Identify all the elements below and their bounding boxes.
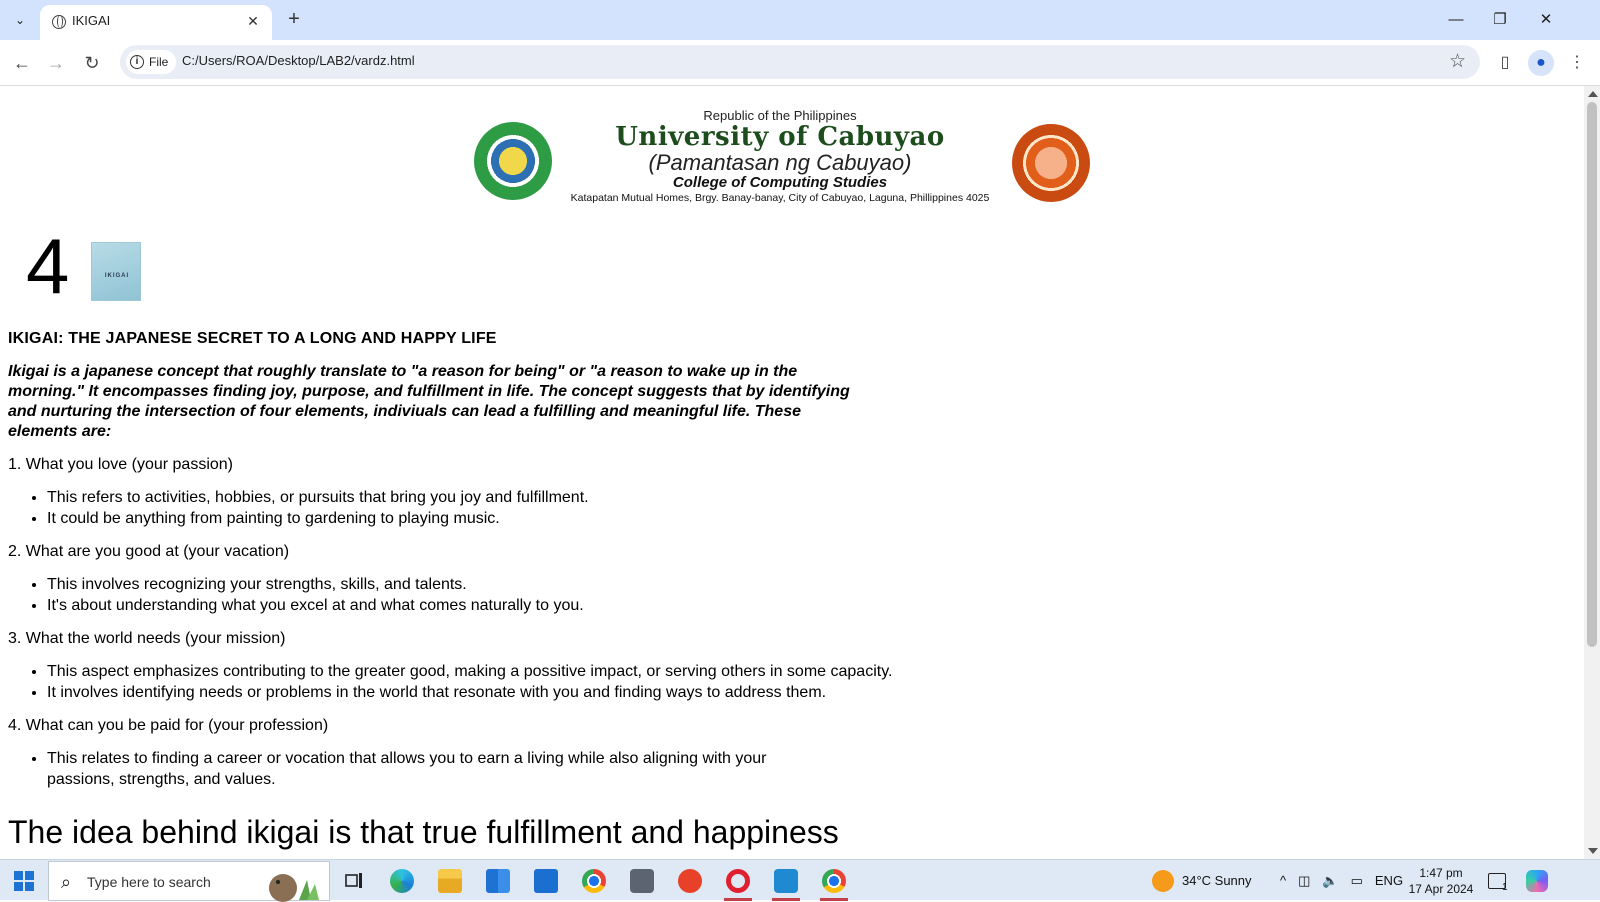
list-item: It involves identifying needs or problem… [47, 683, 908, 704]
plus-icon[interactable]: + [282, 8, 306, 32]
college-name: College of Computing Studies [672, 174, 888, 191]
bullet-list: This refers to activities, hobbies, or p… [8, 488, 908, 529]
college-seal-logo [1012, 124, 1090, 202]
article: IKIGAI: THE JAPANESE SECRET TO A LONG AN… [8, 330, 908, 850]
tab-ikigai[interactable]: IKIGAI ✕ [40, 5, 272, 40]
section-title: 3. What the world needs (your mission) [8, 630, 286, 647]
tab-title: IKIGAI [72, 13, 111, 28]
chevron-up-icon[interactable]: ^ [1280, 873, 1286, 888]
meet-icon[interactable]: ◫ [1298, 873, 1310, 889]
section-title: 4. What can you be paid for (your profes… [8, 717, 329, 734]
closing-heading: The idea behind ikigai is that true fulf… [8, 814, 839, 850]
search-icon: ⌕ [61, 872, 72, 892]
back-icon[interactable]: ← [8, 49, 36, 77]
browser-chrome: ⌄ IKIGAI ✕ + — ❐ ✕ ← → ↻ i File C:/Users… [0, 0, 1600, 86]
letterhead: Republic of the Philippines University o… [470, 108, 1110, 208]
edge-icon[interactable] [386, 866, 418, 896]
university-name: University of Cabuyao [615, 122, 945, 152]
scroll-down-icon[interactable] [1588, 848, 1598, 854]
list-item: This aspect emphasizes contributing to t… [47, 662, 908, 683]
chrome-icon[interactable] [578, 866, 610, 896]
vertical-scrollbar[interactable] [1584, 86, 1600, 859]
tab-search-icon[interactable]: ⌄ [6, 6, 34, 34]
filipino-name: (Pamantasan ng Cabuyao) [648, 150, 912, 175]
search-placeholder: Type here to search [87, 874, 211, 890]
weather-text: 34°C Sunny [1182, 873, 1252, 888]
list-item: It could be anything from painting to ga… [47, 509, 908, 530]
notification-center-icon[interactable]: 1 [1488, 860, 1508, 901]
weather-sun-icon [1152, 869, 1174, 892]
weather-widget[interactable]: 34°C Sunny [1152, 860, 1252, 901]
clock-date: 17 Apr 2024 [1408, 881, 1474, 896]
list-item: This refers to activities, hobbies, or p… [47, 488, 908, 509]
notification-badge: 1 [1502, 882, 1508, 893]
section-title: 2. What are you good at (your vacation) [8, 543, 290, 560]
volume-icon[interactable]: 🔈 [1322, 873, 1338, 889]
clock[interactable]: 1:47 pm 17 Apr 2024 [1408, 860, 1474, 901]
minimize-icon[interactable]: — [1436, 6, 1476, 34]
big-number: 4 [26, 222, 70, 310]
store-icon[interactable] [482, 866, 514, 896]
restore-icon[interactable]: ❐ [1480, 6, 1520, 34]
side-panel-icon[interactable]: ▯ [1492, 50, 1518, 76]
republic-label: Republic of the Philippines [703, 108, 857, 123]
star-icon[interactable]: ☆ [1449, 50, 1466, 73]
wps-icon[interactable] [674, 866, 706, 896]
list-item: It's about understanding what you excel … [47, 596, 908, 617]
taskbar-search[interactable]: ⌕ Type here to search [48, 861, 330, 902]
article-intro: Ikigai is a japanese concept that roughl… [8, 363, 850, 440]
vscode-icon[interactable] [770, 866, 802, 901]
address: Katapatan Mutual Homes, Brgy. Banay-bana… [570, 192, 990, 204]
scrollbar-thumb[interactable] [1587, 102, 1597, 647]
task-view-icon[interactable] [338, 866, 370, 896]
file-explorer-icon[interactable] [434, 866, 466, 896]
opera-icon[interactable] [722, 866, 754, 901]
browser-toolbar: ← → ↻ i File C:/Users/ROA/Desktop/LAB2/v… [0, 40, 1600, 86]
close-icon[interactable]: ✕ [244, 12, 262, 30]
mail-icon[interactable] [530, 866, 562, 896]
copilot-icon[interactable] [1526, 860, 1548, 901]
camera-icon[interactable] [626, 866, 658, 896]
article-heading: IKIGAI: THE JAPANESE SECRET TO A LONG AN… [8, 330, 497, 347]
reload-icon[interactable]: ↻ [78, 49, 106, 77]
tab-strip: ⌄ IKIGAI ✕ + — ❐ ✕ [0, 0, 1600, 40]
book-cover-title: IKIGAI [104, 273, 130, 279]
address-bar[interactable]: i File C:/Users/ROA/Desktop/LAB2/vardz.h… [120, 45, 1480, 79]
info-icon: i [130, 55, 144, 69]
menu-icon[interactable]: ⋮ [1564, 50, 1590, 76]
bullet-list: This aspect emphasizes contributing to t… [8, 662, 908, 703]
clock-time: 1:47 pm [1419, 865, 1463, 880]
site-info-chip[interactable]: i File [126, 50, 177, 74]
search-highlight-icon [269, 874, 319, 902]
url-text[interactable]: C:/Users/ROA/Desktop/LAB2/vardz.html [182, 53, 415, 68]
list-item: This involves recognizing your strengths… [47, 575, 908, 596]
university-seal-logo [474, 122, 552, 200]
chrome-active-icon[interactable] [818, 866, 850, 901]
scroll-up-icon[interactable] [1588, 91, 1598, 97]
windows-icon[interactable] [14, 871, 34, 891]
globe-icon [52, 15, 66, 29]
book-cover-image: IKIGAI [91, 242, 141, 301]
section-title: 1. What you love (your passion) [8, 456, 233, 473]
list-item: This relates to finding a career or voca… [47, 749, 838, 790]
page-viewport: Republic of the Philippines University o… [0, 86, 1584, 859]
network-icon[interactable]: ▭ [1351, 873, 1363, 889]
bullet-list: This involves recognizing your strengths… [8, 575, 908, 616]
taskbar: ⌕ Type here to search 34°C Sunny ^ ◫ 🔈 ▭… [0, 859, 1600, 902]
bullet-list: This relates to finding a career or voca… [8, 749, 838, 790]
forward-icon[interactable]: → [42, 49, 70, 77]
close-window-icon[interactable]: ✕ [1526, 6, 1566, 34]
site-chip-label: File [149, 55, 169, 69]
system-tray: ^ ◫ 🔈 ▭ ENG [1280, 860, 1403, 901]
profile-icon[interactable]: ● [1528, 50, 1554, 76]
language-indicator[interactable]: ENG [1375, 873, 1403, 888]
